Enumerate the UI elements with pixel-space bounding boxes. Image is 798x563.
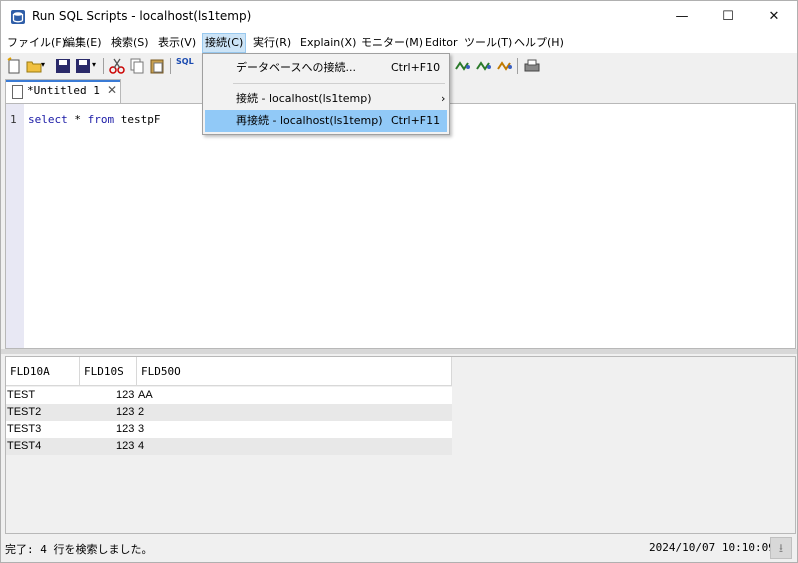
column-header-fld10a[interactable]: FLD10A: [6, 357, 80, 386]
tab-active-indicator: [6, 80, 120, 82]
copy-icon[interactable]: [128, 57, 146, 75]
table-row[interactable]: TEST2 123 2: [6, 404, 452, 421]
toolbar-separator: [517, 58, 518, 74]
menu-item-reconnect-localhost[interactable]: 再接続 - localhost(ls1temp) Ctrl+F11: [205, 110, 447, 132]
sql-code[interactable]: select * from testpF: [28, 113, 160, 126]
code-star: *: [67, 113, 88, 126]
menu-bar: ファイル(F) 編集(E) 検索(S) 表示(V) 接続(C) 実行(R) Ex…: [1, 33, 797, 53]
print-icon[interactable]: [523, 57, 541, 75]
menu-editor[interactable]: Editor: [423, 33, 460, 53]
new-file-icon[interactable]: [5, 57, 23, 75]
window-title: Run SQL Scripts - localhost(ls1temp): [32, 9, 252, 23]
menu-search[interactable]: 検索(S): [109, 33, 151, 53]
pane-splitter[interactable]: [1, 349, 797, 354]
save-all-icon[interactable]: [74, 57, 92, 75]
menu-run[interactable]: 実行(R): [251, 33, 293, 53]
status-bar: 完了: 4 行を検索しました。 2024/10/07 10:10:09 ⭳: [1, 534, 797, 562]
table-row[interactable]: TEST4 123 4: [6, 438, 452, 455]
run-all-icon[interactable]: [454, 57, 472, 75]
app-icon: [11, 10, 25, 24]
line-number-gutter: [6, 104, 24, 348]
menu-help[interactable]: ヘルプ(H): [512, 33, 566, 53]
keyword-select: select: [28, 113, 68, 126]
menu-monitor[interactable]: モニター(M): [359, 33, 425, 53]
menu-explain[interactable]: Explain(X): [298, 33, 358, 53]
toolbar-separator: [170, 58, 171, 74]
column-header-fld10s[interactable]: FLD10S: [80, 357, 137, 386]
toolbar-separator: [103, 58, 104, 74]
download-icon[interactable]: ⭳: [770, 537, 792, 559]
sql-editor[interactable]: 1 select * from testpF: [5, 103, 796, 349]
menu-separator: [233, 83, 445, 84]
line-number: 1: [10, 113, 17, 126]
connection-dropdown-menu: データベースへの接続... Ctrl+F10 接続 - localhost(ls…: [202, 53, 450, 135]
tab-close-icon[interactable]: ✕: [107, 83, 117, 97]
menu-item-connect-database[interactable]: データベースへの接続... Ctrl+F10: [205, 57, 447, 79]
cut-icon[interactable]: [108, 57, 126, 75]
save-icon[interactable]: [54, 57, 72, 75]
app-window: Run SQL Scripts - localhost(ls1temp) — ☐…: [0, 0, 798, 563]
column-header-fld50o[interactable]: FLD50O: [137, 357, 452, 386]
paste-icon[interactable]: [148, 57, 166, 75]
menu-connection[interactable]: 接続(C): [202, 33, 247, 53]
minimize-button[interactable]: —: [659, 1, 705, 33]
submenu-arrow-icon: ›: [441, 92, 446, 105]
menu-item-connect-localhost[interactable]: 接続 - localhost(ls1temp) ›: [205, 88, 447, 110]
document-icon: [12, 85, 23, 99]
status-message: 完了: 4 行を検索しました。: [5, 543, 153, 556]
table-row[interactable]: TEST 123 AA: [6, 387, 452, 404]
keyword-from: from: [87, 113, 115, 126]
close-button[interactable]: ✕: [751, 1, 797, 33]
sql-button[interactable]: SQL: [176, 57, 202, 75]
run-from-selected-icon[interactable]: [475, 57, 493, 75]
tab-untitled-1[interactable]: *Untitled 1 ✕: [5, 79, 121, 103]
maximize-button[interactable]: ☐: [705, 1, 751, 33]
results-pane: FLD10A FLD10S FLD50O TEST 123 AA TEST2 1…: [5, 356, 796, 534]
status-timestamp: 2024/10/07 10:10:09: [649, 541, 775, 554]
menu-view[interactable]: 表示(V): [156, 33, 198, 53]
code-table: testpF: [114, 113, 161, 126]
menu-edit[interactable]: 編集(E): [62, 33, 104, 53]
menu-tools[interactable]: ツール(T): [462, 33, 514, 53]
table-row[interactable]: TEST3 123 3: [6, 421, 452, 438]
menu-file[interactable]: ファイル(F): [5, 33, 68, 53]
run-selected-icon[interactable]: [496, 57, 514, 75]
title-bar: Run SQL Scripts - localhost(ls1temp) — ☐…: [1, 1, 797, 33]
tab-label: *Untitled 1: [27, 84, 100, 97]
